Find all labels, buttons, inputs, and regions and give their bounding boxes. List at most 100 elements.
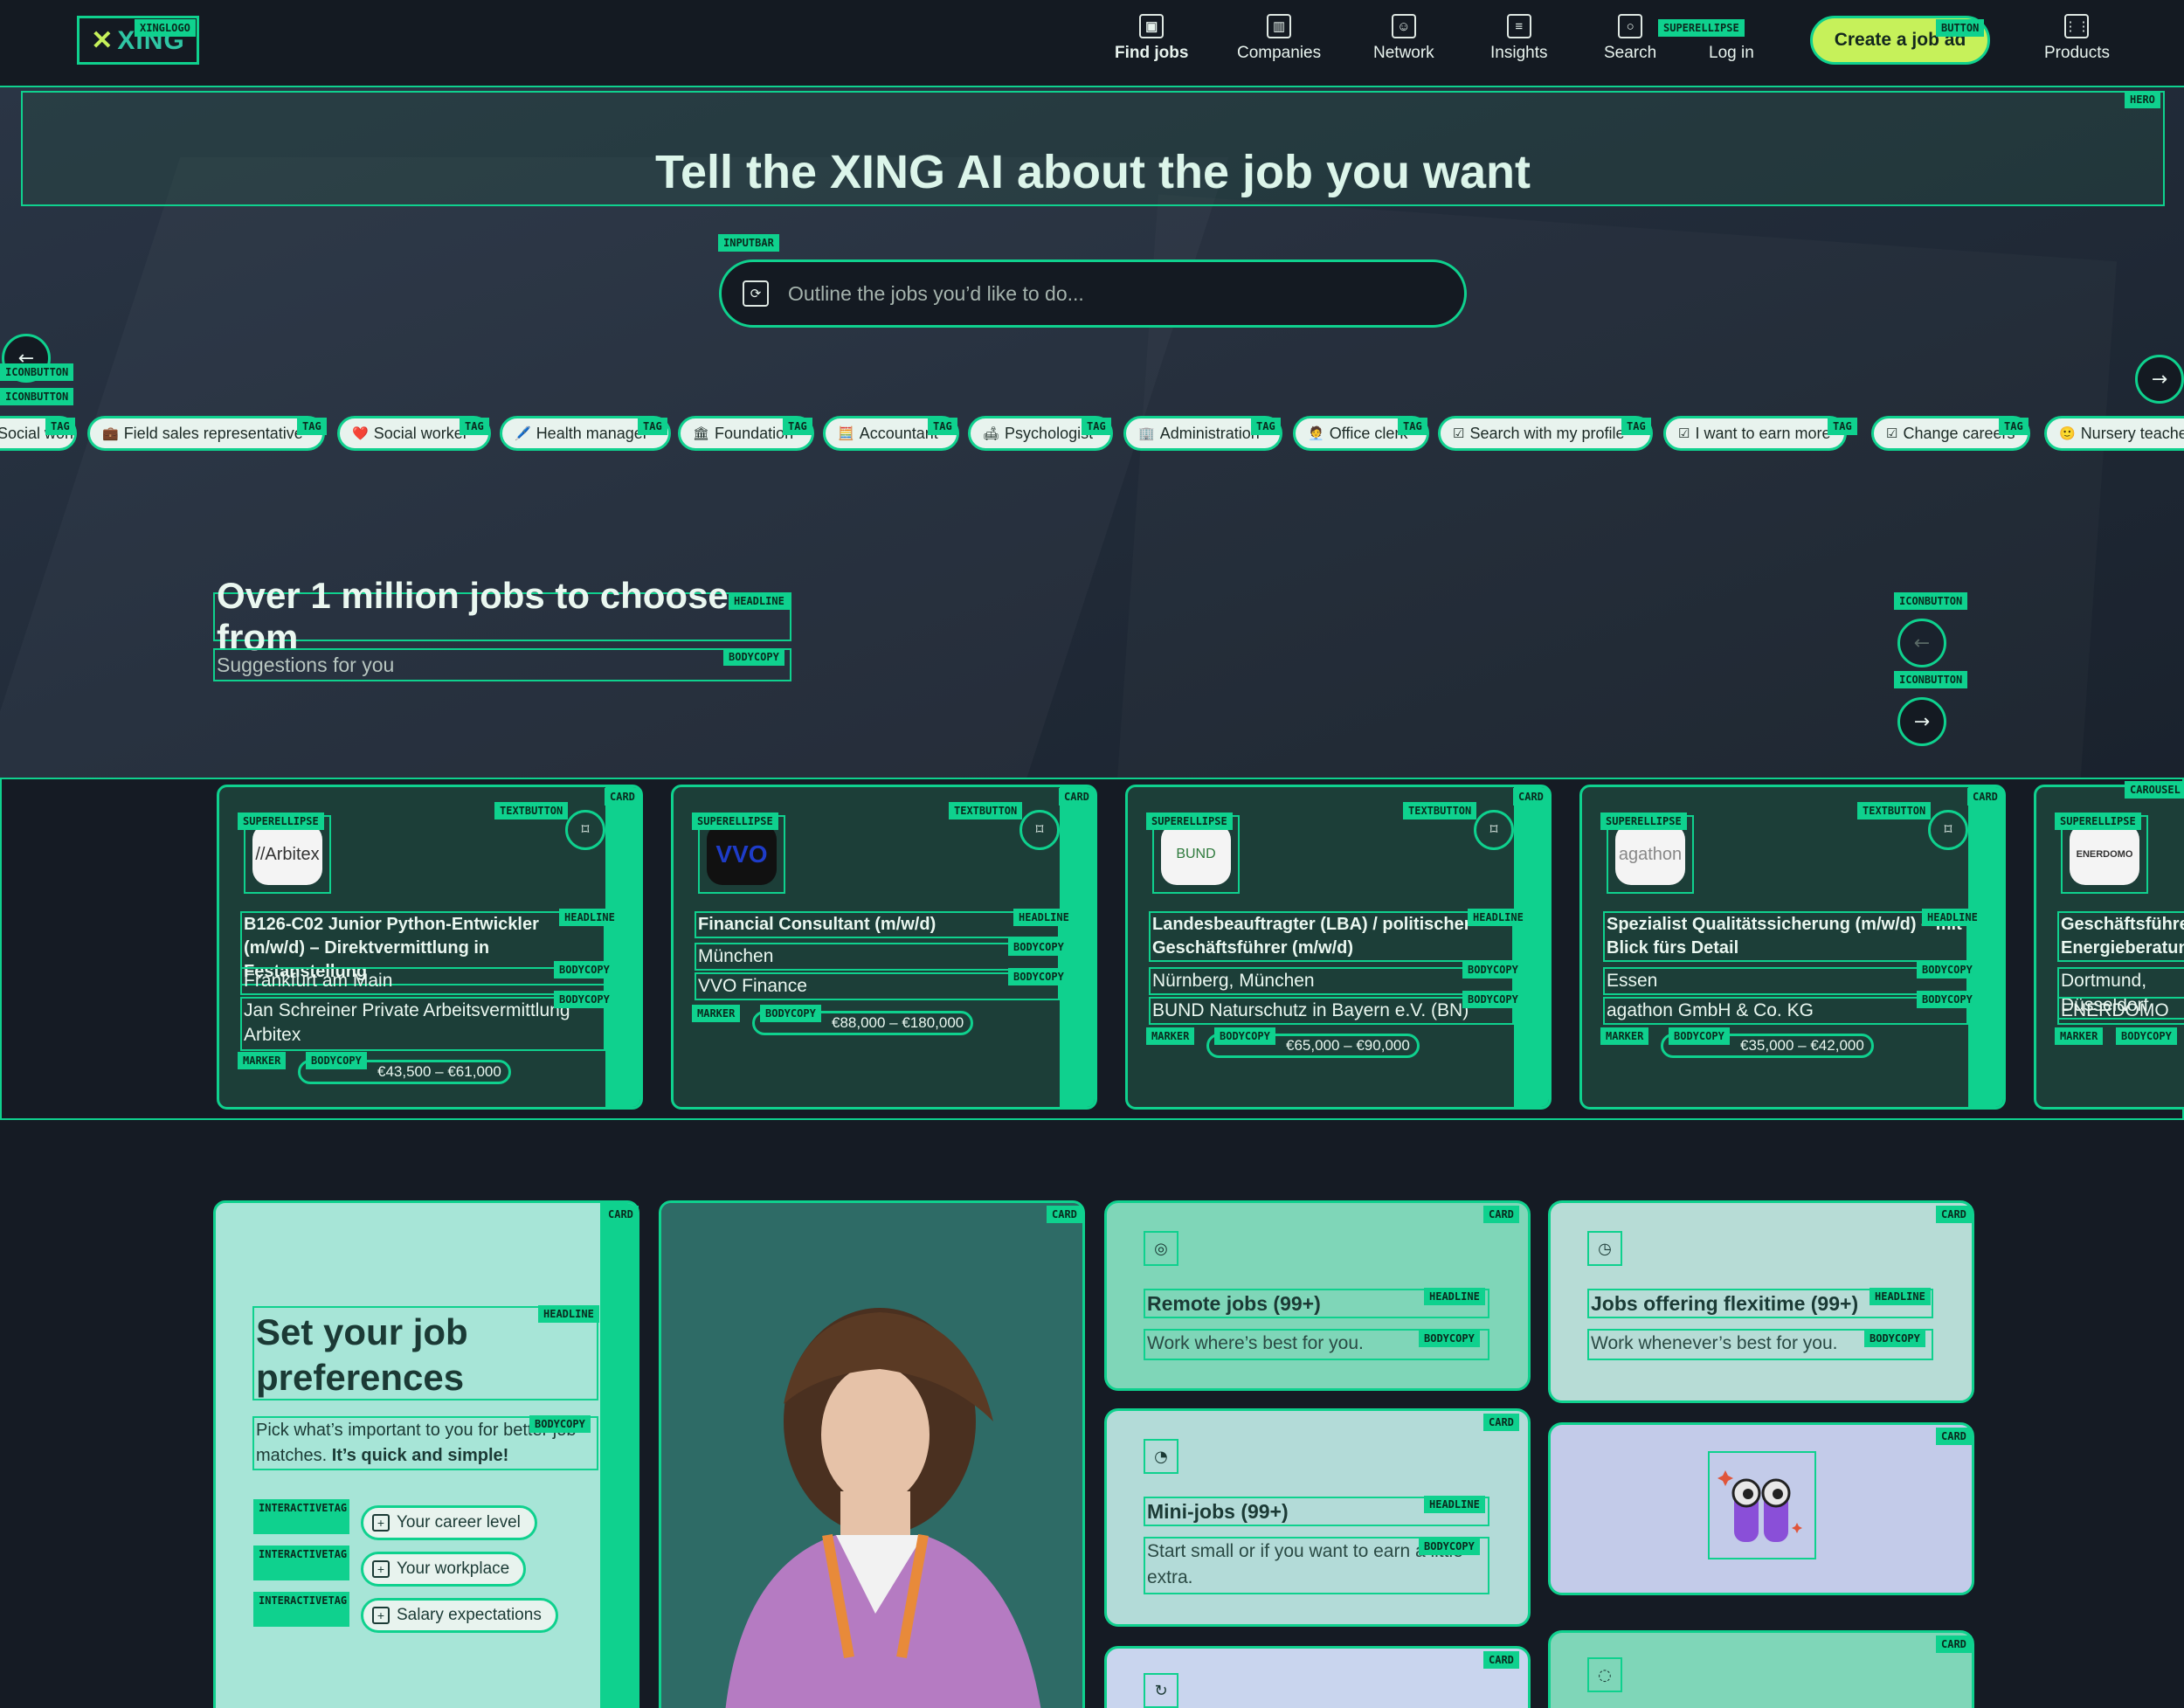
nav-insights[interactable]: ≡ Insights	[1490, 14, 1547, 63]
annotation-bodycopy: BODYCOPY	[554, 991, 615, 1008]
job-company: VVO Finance	[695, 972, 1060, 1000]
tag-field-sales-representative[interactable]: 💼 Field sales representative	[87, 416, 325, 451]
annotation-bodycopy: BODYCOPY	[306, 1052, 367, 1069]
annotation-card: CARD	[1483, 1206, 1519, 1223]
briefcase-icon: 💼	[102, 426, 119, 441]
annotation-interactivetag: INTERACTIVETAG	[253, 1499, 349, 1534]
hero-title: Tell the XING AI about the job you want	[654, 146, 1531, 198]
annotation-hero: HERO	[2125, 91, 2160, 108]
nav-log-in[interactable]: Log in	[1709, 44, 1754, 63]
grid-icon: ⋮⋮	[2063, 14, 2090, 38]
annotation-superellipse: SUPERELLIPSE	[1146, 813, 1233, 830]
nav-companies[interactable]: ▥ Companies	[1237, 14, 1321, 63]
job-card[interactable]: BUND ⌑ Landesbeauftragter (LBA) / politi…	[1125, 785, 1552, 1110]
tag-i-want-to-earn-more[interactable]: ☑ I want to earn more	[1663, 416, 1847, 451]
job-preferences-card[interactable]: Set your job preferences Pick what’s imp…	[213, 1200, 639, 1708]
bookmark-icon: ⌑	[1944, 821, 1952, 839]
job-location: Frankfurt am Main	[240, 967, 605, 995]
annotation-tag: TAG	[928, 418, 957, 435]
annotation-iconbutton: ICONBUTTON	[1894, 671, 1968, 688]
annotation-headline: HEADLINE	[1424, 1288, 1485, 1305]
briefcase-icon: ▣	[1139, 14, 1165, 38]
bookmark-button[interactable]: ⌑	[1019, 810, 1060, 850]
office-icon: 🏢	[1138, 426, 1155, 441]
bookmark-icon: ⌑	[581, 821, 590, 839]
annotation-headline: HEADLINE	[729, 592, 790, 610]
carousel-next-button[interactable]: →	[1897, 697, 1946, 746]
timer-icon: ◌	[1587, 1657, 1622, 1692]
annotation-headline: HEADLINE	[1922, 909, 1983, 926]
annotation-tag: TAG	[1082, 418, 1111, 435]
annotation-bodycopy: BODYCOPY	[1917, 961, 1978, 978]
job-location: Nürnberg, München	[1149, 967, 1514, 995]
bookmark-button[interactable]: ⌑	[1474, 810, 1514, 850]
annotation-carousel: CAROUSEL	[2125, 781, 2184, 799]
building-icon: ▥	[1267, 14, 1292, 38]
annotation-tag: TAG	[1398, 418, 1427, 435]
ai-search-icon: ⟳	[743, 280, 769, 307]
annotation-card: CARD	[1059, 788, 1095, 806]
preference-tag-workplace[interactable]: + Your workplace	[361, 1552, 527, 1587]
annotation-bodycopy: BODYCOPY	[1419, 1538, 1480, 1555]
bookmark-button[interactable]: ⌑	[1928, 810, 1968, 850]
annotation-bodycopy: BODYCOPY	[1214, 1027, 1275, 1045]
plus-icon: +	[372, 1560, 390, 1578]
nav-search[interactable]: ○ Search	[1604, 14, 1656, 63]
carousel-prev-button[interactable]: ←	[1897, 619, 1946, 667]
nav-network[interactable]: ☺ Network	[1373, 14, 1434, 63]
photo-card	[659, 1200, 1085, 1708]
annotation-card: CARD	[1047, 1206, 1082, 1223]
job-card[interactable]: ENERDOMO Geschäftsführer Energieberatung…	[2034, 785, 2184, 1110]
annotation-headline: HEADLINE	[538, 1305, 599, 1323]
job-location: München	[695, 943, 1060, 971]
annotation-textbutton: TEXTBUTTON	[1403, 802, 1477, 819]
bookmark-icon: ⌑	[1035, 821, 1044, 839]
news-icon: ≡	[1506, 14, 1531, 38]
annotation-interactivetag: INTERACTIVETAG	[253, 1545, 349, 1580]
nav-products[interactable]: ⋮⋮ Products	[2044, 14, 2110, 63]
annotation-card: CARD	[1967, 788, 2003, 806]
bank-icon: 🏛	[693, 426, 710, 441]
bookmark-icon: ⌑	[1489, 821, 1498, 839]
job-title: Geschäftsführer Energieberatung	[2057, 911, 2184, 962]
job-search-input[interactable]: ⟳ Outline the jobs you’d like to do...	[719, 259, 1467, 328]
annotation-iconbutton: ICONBUTTON	[1894, 592, 1968, 610]
annotation-headline: HEADLINE	[1468, 909, 1529, 926]
job-card[interactable]: agathon ⌑ Spezialist Qualitätssicherung …	[1579, 785, 2006, 1110]
illustration-tile[interactable]	[1548, 1422, 1974, 1595]
annotation-bodycopy: BODYCOPY	[1462, 991, 1524, 1008]
nav-find-jobs[interactable]: ▣ Find jobs	[1115, 14, 1188, 63]
annotation-card: CARD	[1936, 1206, 1972, 1223]
annotation-superellipse: SUPERELLIPSE	[1600, 813, 1687, 830]
annotation-tag: TAG	[1828, 418, 1857, 435]
more-jobs-tile[interactable]: ↻	[1104, 1646, 1531, 1708]
clock-icon: ◷	[1587, 1231, 1622, 1266]
search-icon: ○	[1618, 14, 1643, 38]
people-icon: ☺	[1391, 14, 1416, 38]
search-placeholder: Outline the jobs you’d like to do...	[788, 281, 1084, 305]
annotation-marker: MARKER	[2055, 1027, 2104, 1045]
binoculars-illustration	[1708, 1451, 1816, 1559]
jobs-headline: Over 1 million jobs to choose from	[213, 575, 791, 658]
mini-jobs-tile[interactable]: ◔ Mini-jobs (99+) Start small or if you …	[1104, 1408, 1531, 1627]
annotation-marker: MARKER	[1146, 1027, 1195, 1045]
tags-scroll-right-button[interactable]: →	[2135, 355, 2184, 404]
annotation-card: CARD	[603, 1206, 639, 1223]
annotation-card: CARD	[1936, 1428, 1972, 1445]
annotation-tag: TAG	[1621, 418, 1651, 435]
plus-icon: +	[372, 1514, 390, 1532]
annotation-tag: TAG	[45, 418, 75, 435]
bookmark-button[interactable]: ⌑	[565, 810, 605, 850]
preference-tag-career-level[interactable]: + Your career level	[361, 1505, 537, 1540]
annotation-xinglogo: XINGLOGO	[135, 19, 196, 37]
abacus-icon: 🧮	[838, 426, 854, 441]
couch-icon: 🛋	[983, 426, 1000, 441]
annotation-superellipse: SUPERELLIPSE	[238, 813, 324, 830]
annotation-bodycopy: BODYCOPY	[1008, 968, 1069, 985]
preference-tag-salary[interactable]: + Salary expectations	[361, 1598, 558, 1633]
annotation-marker: MARKER	[1600, 1027, 1649, 1045]
tag-nursery-teacher[interactable]: 🙂 Nursery teacher	[2044, 416, 2184, 451]
part-time-jobs-tile[interactable]: ◌	[1548, 1630, 1974, 1708]
annotation-headline: HEADLINE	[1870, 1288, 1931, 1305]
arrow-right-icon: →	[1913, 710, 1931, 733]
